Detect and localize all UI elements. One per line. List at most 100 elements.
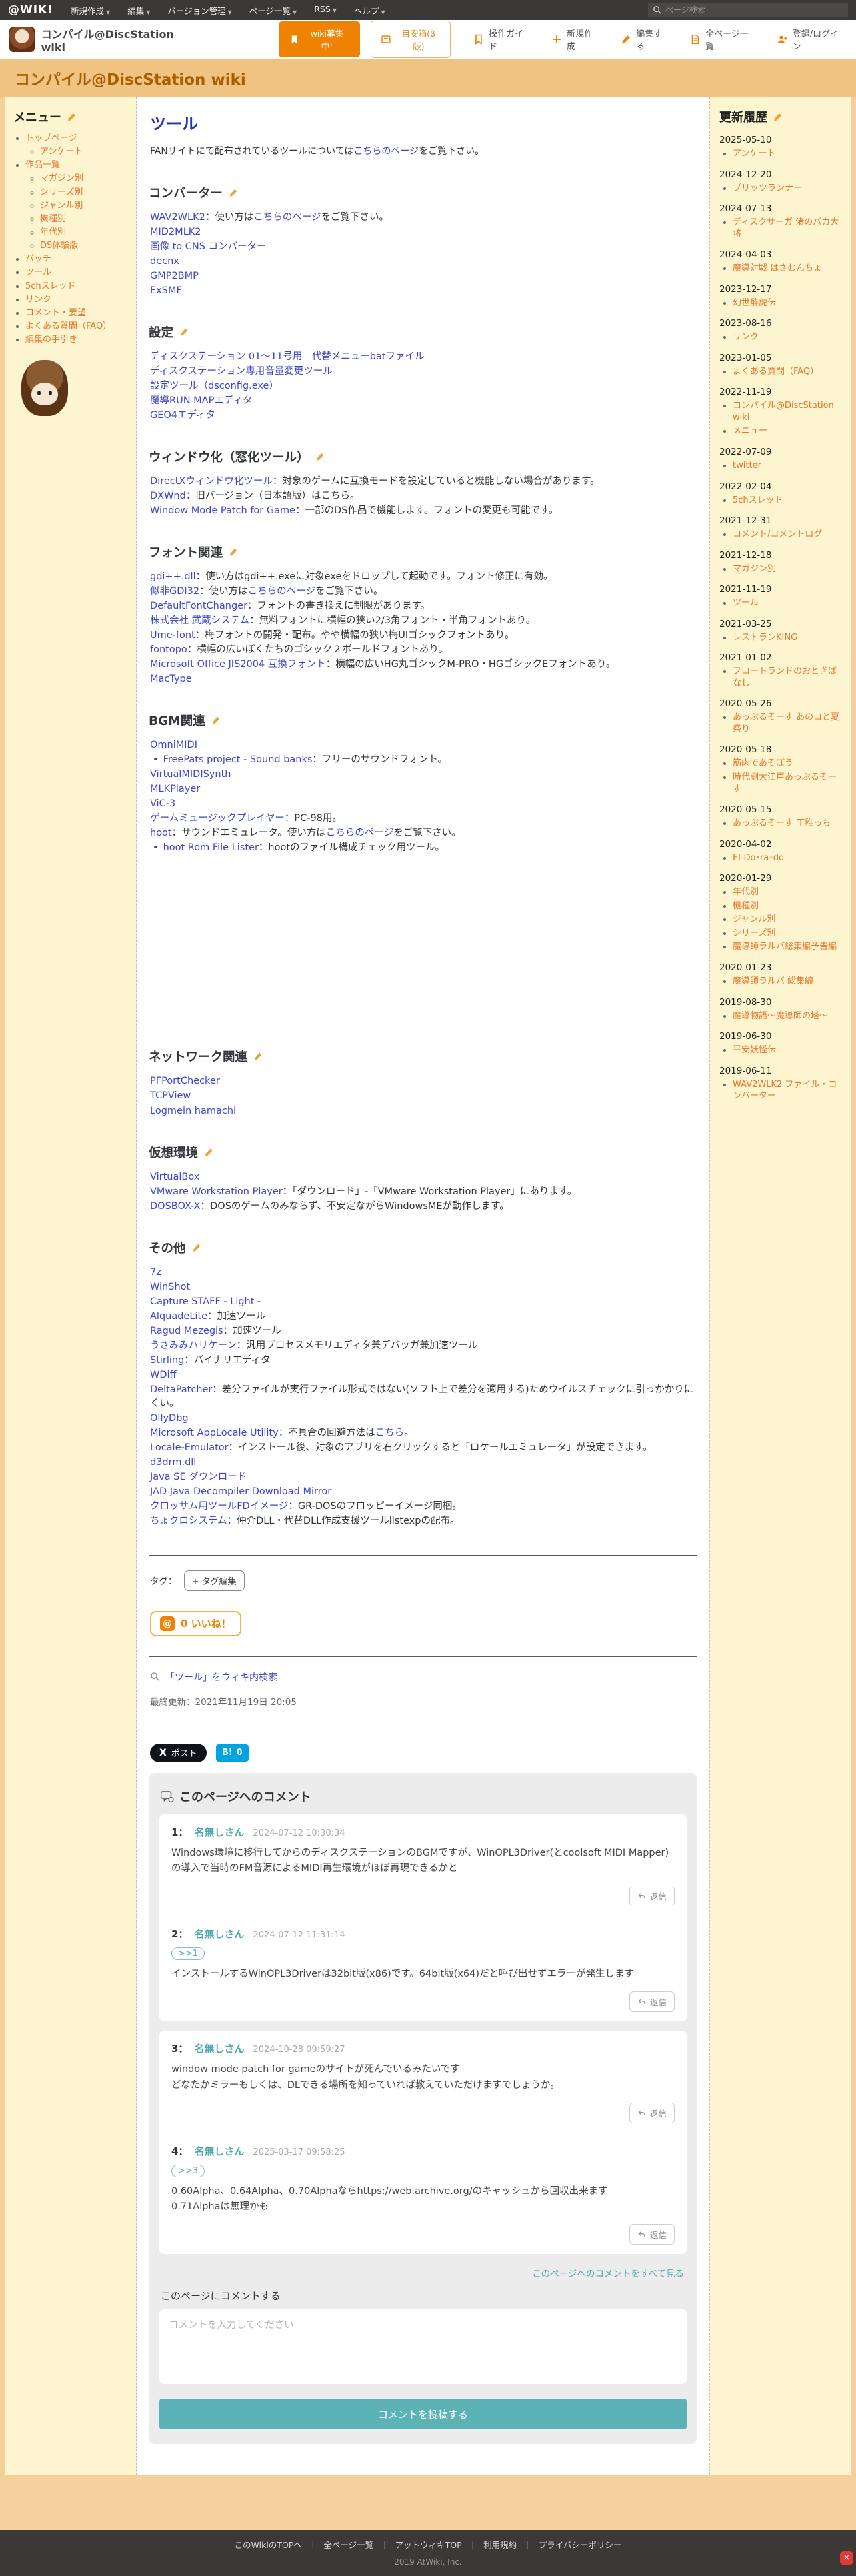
update-page-link[interactable]: 筋肉であそぼう [733,758,793,768]
inline-link[interactable]: Microsoft Office JIS2004 互換フォント [150,659,326,670]
inline-link[interactable]: GMP2BMP [150,271,199,281]
inline-link[interactable]: DefaultFontChanger [150,601,247,611]
update-page-link[interactable]: シリーズ別 [733,928,775,938]
update-page-link[interactable]: ツール [733,598,759,608]
comment-author[interactable]: 名無しさん [194,1825,244,1839]
update-page-link[interactable]: レストランKING [733,633,797,643]
edit-pencil-icon[interactable] [67,112,77,122]
inline-link[interactable]: OllyDbg [150,1413,189,1424]
inline-link[interactable]: hoot Rom File Lister [163,842,259,853]
inline-link[interactable]: VMware Workstation Player [150,1186,283,1197]
inline-link[interactable]: Locale-Emulator [150,1442,229,1453]
inline-link[interactable]: ディスクステーション 01～11号用 代替メニューbatファイル [150,351,425,362]
inline-link[interactable]: こちら [375,1428,405,1438]
x-post-button[interactable]: X ポスト [150,1743,207,1762]
inline-link[interactable]: hoot [150,828,172,838]
inline-link[interactable]: 似非GDI32 [150,586,199,597]
inline-link[interactable]: GEO4エディタ [150,410,215,421]
inline-link[interactable]: VirtualBox [150,1172,199,1182]
update-page-link[interactable]: 5chスレッド [733,495,783,505]
edit-pencil-icon[interactable] [211,716,221,725]
sidebar-item-link[interactable]: DS体験版 [40,241,78,251]
footer-link[interactable]: プライバシーポリシー [539,2540,622,2550]
inline-link[interactable]: 魔導RUN MAPエディタ [150,395,252,406]
header-link-4[interactable]: 全ページ一覧 [690,27,757,52]
inline-link[interactable]: VirtualMIDISynth [150,769,231,780]
header-link-1[interactable]: 操作ガイド [473,27,531,52]
inline-link[interactable]: DirectXウィンドウ化ツール [150,476,273,487]
inline-link[interactable]: こちらのページ [253,212,321,223]
update-page-link[interactable]: El-Do･ra･do [733,853,784,863]
sidebar-item-link[interactable]: 機種別 [40,214,66,224]
hatena-bookmark-button[interactable]: B! 0 [215,1744,249,1762]
inline-link[interactable]: DOSBOX-X [150,1201,201,1212]
update-page-link[interactable]: リンク [733,332,759,342]
update-page-link[interactable]: 魔導物語～魔導師の塔～ [733,1011,828,1021]
edit-pencil-icon[interactable] [179,327,189,337]
inline-link[interactable]: DeltaPatcher [150,1384,212,1395]
edit-pencil-icon[interactable] [229,188,238,197]
inline-link[interactable]: Ragud Mezegis [150,1326,223,1336]
reply-reference-chip[interactable]: >>3 [171,2164,205,2177]
header-link-2[interactable]: 新規作成 [551,27,601,52]
update-page-link[interactable]: ジャンル別 [733,914,775,924]
sidebar-item-link[interactable]: コメント・要望 [25,308,86,318]
update-page-link[interactable]: 平安妖怪伝 [733,1045,776,1055]
inline-link[interactable]: JAD Java Decompiler Download Mirror [150,1486,331,1497]
inline-link[interactable]: MID2MLK2 [150,227,201,237]
sidebar-item-link[interactable]: 年代別 [40,227,66,237]
comment-input[interactable] [159,2309,687,2385]
inline-link[interactable]: decnx [150,256,179,267]
edit-pencil-icon[interactable] [773,112,783,122]
inline-link[interactable]: クロッサム用ツールFDイメージ [150,1501,288,1512]
topbar-menu-item[interactable]: ページ一覧 ▼ [249,4,297,17]
comment-author[interactable]: 名無しさん [194,2041,244,2055]
inline-link[interactable]: うさみみハリケーン [150,1340,237,1351]
sidebar-item-link[interactable]: シリーズ別 [40,187,83,197]
reply-button[interactable]: 返信 [629,2224,675,2245]
update-page-link[interactable]: 魔導師ラルバ総集編予告編 [733,942,837,952]
comment-author[interactable]: 名無しさん [194,1927,244,1941]
inline-link[interactable]: Ume-font [150,630,195,641]
inline-link[interactable]: ViC-3 [150,798,175,809]
sidebar-item-link[interactable]: 5chスレッド [25,281,76,291]
update-page-link[interactable]: 時代劇大江戸あっぷるそーす [733,772,837,794]
submit-comment-button[interactable]: コメントを投稿する [159,2399,687,2430]
footer-link[interactable]: このWikiのTOPへ [235,2540,302,2550]
edit-pencil-icon[interactable] [229,547,238,557]
topbar-menu-item[interactable]: バージョン管理 ▼ [167,4,231,17]
sidebar-item-link[interactable]: よくある質問（FAQ） [25,321,111,331]
inline-link[interactable]: 7z [150,1267,161,1278]
inline-link[interactable]: 株式会社 武蔵システム [150,615,249,626]
topbar-menu-item[interactable]: ヘルプ ▼ [354,4,385,17]
inline-link[interactable]: fontopo [150,644,187,655]
inline-link[interactable]: Stirling [150,1355,184,1366]
reply-button[interactable]: 返信 [629,1886,675,1907]
inline-link[interactable]: こちらのページ [326,828,393,838]
header-link-3[interactable]: 編集する [621,27,670,52]
update-page-link[interactable]: フロートランドのおとぎばなし [733,666,837,688]
inline-link[interactable]: WAV2WLK2 [150,212,205,223]
reply-button[interactable]: 返信 [629,2102,675,2123]
update-page-link[interactable]: あっぷるそーす 丁稚っち [733,818,831,828]
inline-link[interactable]: MLKPlayer [150,784,200,794]
inline-link[interactable]: d3drm.dll [150,1457,196,1468]
inline-link[interactable]: Java SE ダウンロード [150,1472,247,1482]
search-input[interactable] [648,3,848,17]
update-page-link[interactable]: ディスクサーガ 渚のバカ大将 [733,217,839,239]
topbar-menu-item[interactable]: RSS ▼ [314,4,337,17]
sidebar-item-link[interactable]: リンク [25,295,51,305]
update-page-link[interactable]: あっぷるそーす あのコと夏祭り [733,712,839,734]
update-page-link[interactable]: コメント/コメントログ [733,529,822,539]
tag-edit-button[interactable]: + タグ編集 [183,1570,245,1591]
update-page-link[interactable]: コンパイル@DiscStation wiki [733,401,834,423]
footer-link[interactable]: アットウィキTOP [395,2540,462,2550]
sidebar-item-link[interactable]: マガジン別 [40,173,83,183]
inline-link[interactable]: Window Mode Patch for Game [150,505,295,516]
update-page-link[interactable]: 幻世酔虎伝 [733,298,776,308]
comment-author[interactable]: 名無しさん [194,2144,244,2158]
inline-link[interactable]: gdi++.dll [150,571,196,582]
inline-link[interactable]: ExSMF [150,285,182,296]
sidebar-item-link[interactable]: トップページ [25,133,77,143]
sidebar-item-link[interactable]: 編集の手引き [25,335,77,345]
